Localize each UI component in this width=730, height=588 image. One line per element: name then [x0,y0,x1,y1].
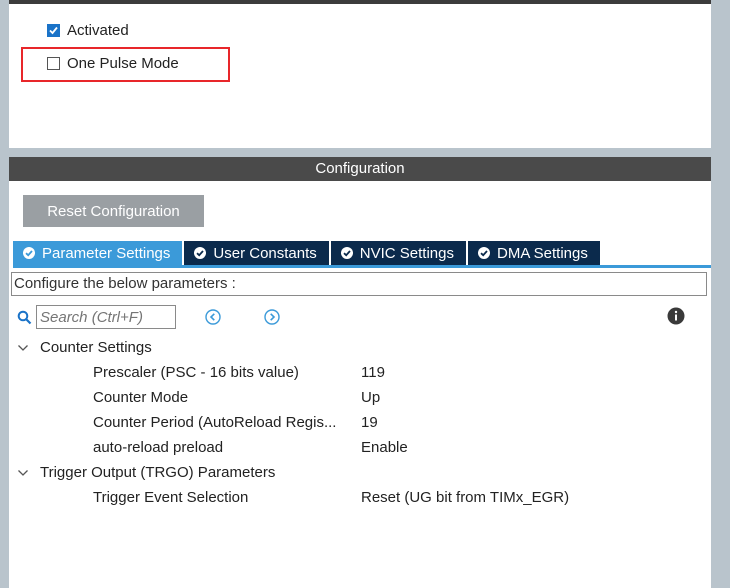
tab-parameter-settings[interactable]: Parameter Settings [13,241,183,265]
tab-label: User Constants [213,244,317,262]
param-name: Counter Mode [93,389,189,406]
tab-label: DMA Settings [497,244,588,262]
activated-checkbox[interactable] [47,24,60,37]
param-value[interactable]: Up [361,387,380,409]
search-input[interactable] [36,305,176,329]
param-row[interactable]: Trigger Event Selection Reset (UG bit fr… [9,487,711,509]
tab-dma-settings[interactable]: DMA Settings [468,241,600,265]
param-name: Trigger Event Selection [93,489,249,506]
tab-label: NVIC Settings [359,244,454,262]
check-circle-icon [194,247,207,259]
info-icon[interactable] [667,307,685,325]
configuration-panel: Configuration Reset Configuration Parame… [9,157,711,588]
tab-underline [13,265,711,268]
tab-user-constants[interactable]: User Constants [184,241,329,265]
param-value[interactable]: Reset (UG bit from TIMx_EGR) [361,487,569,509]
tab-label: Parameter Settings [42,244,171,262]
highlight-box [21,47,230,82]
param-row[interactable]: Counter Mode Up [9,387,711,409]
param-value[interactable]: 119 [361,362,385,384]
chevron-down-icon[interactable] [17,468,29,478]
param-row[interactable]: auto-reload preload Enable [9,437,711,459]
group-trigger-output[interactable]: Trigger Output (TRGO) Parameters [9,462,711,484]
group-label: Counter Settings [40,339,152,356]
configuration-header: Configuration [9,157,711,181]
param-name: auto-reload preload [93,439,224,456]
activated-checkbox-row[interactable]: Activated [47,22,129,39]
check-circle-icon [23,247,35,259]
check-circle-icon [340,247,353,259]
check-circle-icon [478,247,490,259]
activated-label: Activated [67,22,129,39]
search-previous-icon[interactable] [204,308,222,326]
param-row[interactable]: Prescaler (PSC - 16 bits value) 119 [9,362,711,384]
config-tabs: Parameter Settings User Constants NVIC S… [13,241,602,265]
param-row[interactable]: Counter Period (AutoReload Regis... 19 [9,412,711,434]
param-name: Prescaler (PSC - 16 bits value) [93,364,299,381]
param-name: Counter Period (AutoReload Regis... [93,414,337,431]
chevron-down-icon[interactable] [17,343,29,353]
param-value[interactable]: Enable [361,437,408,459]
parameters-description: Configure the below parameters : [11,272,707,296]
search-icon [17,310,32,325]
search-row [17,305,707,331]
group-label: Trigger Output (TRGO) Parameters [40,464,276,481]
param-value[interactable]: 19 [361,412,378,434]
tab-nvic-settings[interactable]: NVIC Settings [330,241,466,265]
group-counter-settings[interactable]: Counter Settings [9,337,711,359]
search-next-icon[interactable] [263,308,281,326]
reset-configuration-button[interactable]: Reset Configuration [23,195,204,227]
